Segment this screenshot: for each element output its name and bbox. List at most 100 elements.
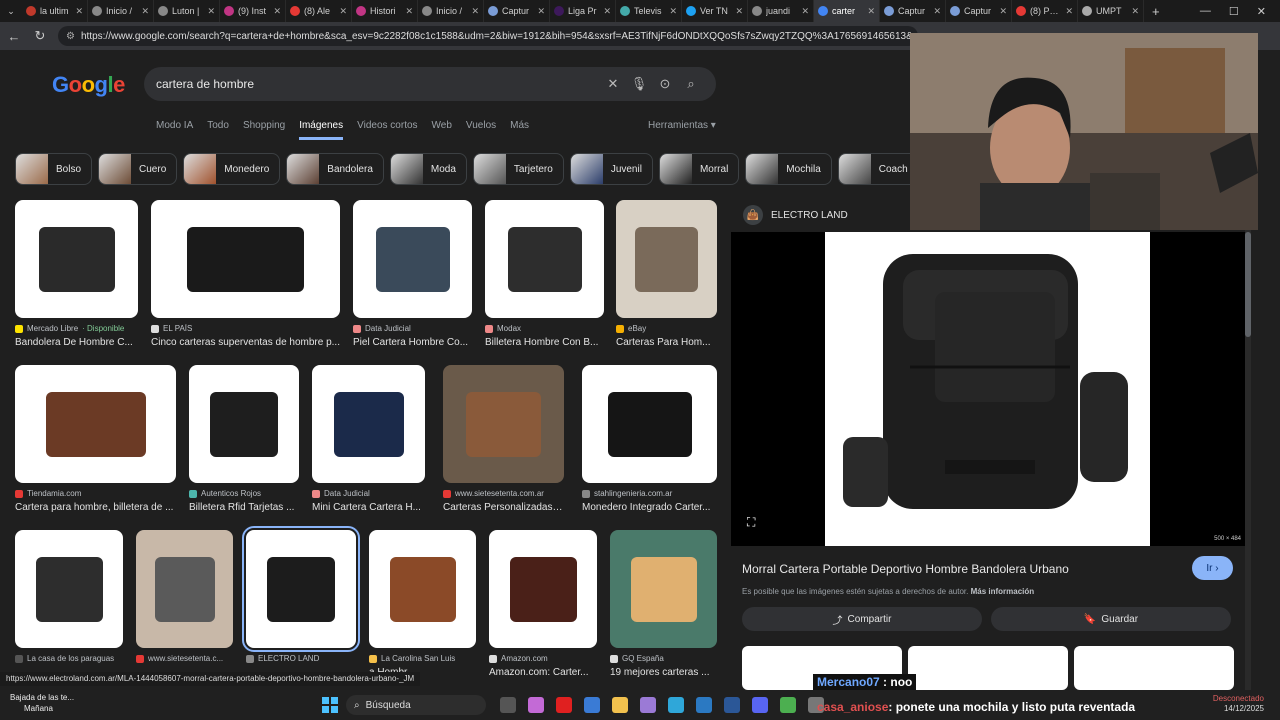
filter-chip[interactable]: Cuero [98,153,178,185]
result-image[interactable] [353,200,472,318]
tools-menu[interactable]: Herramientas ▾ [648,120,716,131]
filter-chip[interactable]: Juvenil [569,153,653,185]
tab-close-icon[interactable]: ✕ [999,6,1007,17]
vscode-icon[interactable] [696,697,712,713]
microphone-icon[interactable]: 🎙 [626,76,652,92]
result-title[interactable]: Monedero Integrado Carter... [582,502,717,513]
back-icon[interactable]: ← [6,29,22,44]
result-title[interactable]: Billetera Hombre Con B... [485,337,604,348]
related-image[interactable] [908,646,1068,690]
panel-source[interactable]: 👜 ELECTRO LAND [743,205,848,225]
browser-tab[interactable]: Captur ✕ [484,0,550,22]
result-image[interactable] [189,365,299,483]
result-image[interactable] [312,365,425,483]
result-title[interactable]: Amazon.com: Carter... [489,667,597,678]
search-input[interactable]: cartera de hombre [156,77,600,91]
image-result[interactable]: www.sietesetenta.com.ar Carteras Personal… [443,365,564,513]
result-title[interactable]: Carteras Para Hom... [616,337,717,348]
tab-close-icon[interactable]: ✕ [603,6,611,17]
search-tab[interactable]: Imágenes [299,120,344,140]
save-button[interactable]: 🔖 Guardar [991,607,1231,631]
edge-icon[interactable] [668,697,684,713]
pen-app-icon[interactable] [640,697,656,713]
preview-image-frame[interactable]: ⛶ 500 × 484 [731,232,1245,546]
search-tab[interactable]: Vuelos [466,120,496,140]
result-image[interactable] [15,200,138,318]
store-icon[interactable] [584,697,600,713]
browser-tab[interactable]: Captur ✕ [946,0,1012,22]
search-tab[interactable]: Modo IA [156,120,193,140]
preview-image[interactable] [825,232,1150,546]
tab-close-icon[interactable]: ✕ [1131,6,1139,17]
browser-tab[interactable]: (8) Ale ✕ [286,0,352,22]
filter-chip[interactable]: Morral [658,153,740,185]
copilot-icon[interactable] [528,697,544,713]
windows-start-icon[interactable] [322,697,338,713]
image-result[interactable]: Data Judicial Mini Cartera Cartera H... [312,365,425,513]
clear-icon[interactable]: ✕ [600,76,626,92]
url-field[interactable]: ⚙ https://www.google.com/search?q=carter… [58,26,918,46]
image-result[interactable]: Amazon.com Amazon.com: Carter... [489,530,597,678]
browser-tab[interactable]: juandi ✕ [748,0,814,22]
filter-chip[interactable]: Moda [389,153,467,185]
tab-search-icon[interactable]: ⌄ [0,6,22,17]
image-result[interactable]: eBay Carteras Para Hom... [616,200,717,348]
result-title[interactable]: Mini Cartera Cartera H... [312,502,425,513]
search-tab[interactable]: Más [510,120,529,140]
result-image[interactable] [15,365,176,483]
browser-tab[interactable]: Inicio / ✕ [88,0,154,22]
maximize-icon[interactable]: ☐ [1229,5,1239,18]
browser-tab[interactable]: la ultim ✕ [22,0,88,22]
search-icon[interactable]: ⌕ [678,76,704,92]
preview-title[interactable]: Morral Cartera Portable Deportivo Hombre… [742,562,1069,576]
google-logo[interactable]: Google [52,72,125,98]
taskbar-search[interactable]: ⌕ Búsqueda [346,695,486,715]
task-view-icon[interactable] [500,697,516,713]
result-title[interactable]: 19 mejores carteras ... [610,667,717,678]
browser-tab[interactable]: (9) Inst ✕ [220,0,286,22]
result-image[interactable] [489,530,597,648]
search-box[interactable]: cartera de hombre ✕ 🎙 ⊙ ⌕ [144,67,716,101]
visual-search-icon[interactable]: ⛶ [747,515,755,530]
lens-icon[interactable]: ⊙ [652,76,678,92]
result-title[interactable]: Billetera Rfid Tarjetas ... [189,502,299,513]
filter-chip[interactable]: Bandolera [286,153,384,185]
site-info-icon[interactable]: ⚙ [66,31,75,42]
tab-close-icon[interactable]: ✕ [273,6,281,17]
result-image[interactable] [15,530,123,648]
image-result[interactable]: Mercado Libre · Disponible Bandolera De Ho… [15,200,138,348]
filter-chip[interactable]: Coach [837,153,910,185]
browser-tab[interactable]: Televis ✕ [616,0,682,22]
tab-close-icon[interactable]: ✕ [405,6,413,17]
reload-icon[interactable]: ↻ [32,28,48,44]
new-tab-button[interactable]: + [1144,4,1168,19]
result-title[interactable]: Bandolera De Hombre C... [15,337,138,348]
tab-close-icon[interactable]: ✕ [75,6,83,17]
image-result[interactable]: ELECTRO LAND [242,526,360,663]
tab-close-icon[interactable]: ✕ [801,6,809,17]
filter-chip[interactable]: Mochila [745,153,832,185]
search-tab[interactable]: Shopping [243,120,285,140]
filter-chip[interactable]: Monedero [183,153,281,185]
tab-close-icon[interactable]: ✕ [339,6,347,17]
tab-close-icon[interactable]: ✕ [537,6,545,17]
image-result[interactable]: www.sietesetenta.c... [136,530,233,663]
result-title[interactable]: Cinco carteras superventas de hombre p..… [151,337,340,348]
visit-button[interactable]: Ir › [1192,556,1233,580]
image-result[interactable]: Tiendamia.com Cartera para hombre, billet… [15,365,176,513]
browser-tab[interactable]: (8) PUT ✕ [1012,0,1078,22]
result-image[interactable] [136,530,233,648]
tab-close-icon[interactable]: ✕ [141,6,149,17]
result-image[interactable] [242,526,360,652]
related-image[interactable] [1074,646,1234,690]
system-tray[interactable]: Desconectado 14/12/2025 [1213,694,1264,714]
search-tab[interactable]: Videos cortos [357,120,417,140]
image-result[interactable]: La Carolina San Luisa Hombr... [369,530,476,678]
image-result[interactable]: EL PAÍS Cinco carteras superventas de hom… [151,200,340,348]
more-info-link[interactable]: Más información [971,587,1035,596]
image-result[interactable]: Data Judicial Piel Cartera Hombre Co... [353,200,472,348]
result-image[interactable] [582,365,717,483]
share-button[interactable]: ⤴ Compartir [742,607,982,631]
result-image[interactable] [443,365,564,483]
image-result[interactable]: Modax Billetera Hombre Con B... [485,200,604,348]
